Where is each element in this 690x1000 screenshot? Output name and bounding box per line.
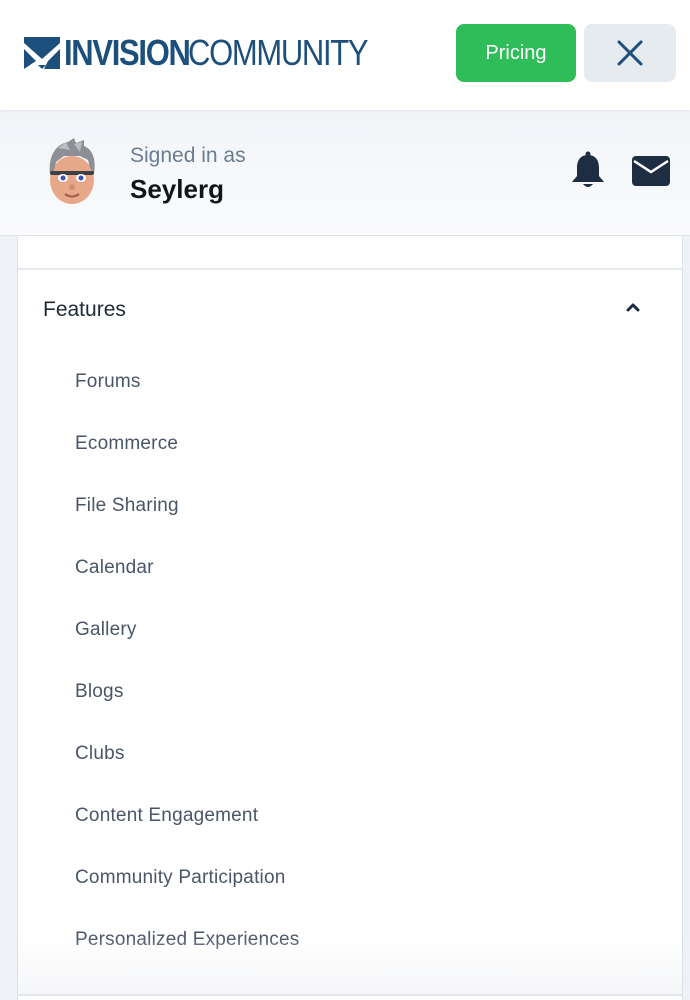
username[interactable]: Seylerg bbox=[130, 174, 224, 205]
menu-item-clubs[interactable]: Clubs bbox=[18, 723, 682, 785]
menu-item-gallery[interactable]: Gallery bbox=[18, 599, 682, 661]
logo-text-community: COMMUNITY bbox=[188, 32, 369, 73]
menu-item-ecommerce[interactable]: Ecommerce bbox=[18, 413, 682, 475]
envelope-icon[interactable] bbox=[632, 156, 670, 186]
menu-item-file-sharing[interactable]: File Sharing bbox=[18, 475, 682, 537]
menu-item-community-participation[interactable]: Community Participation bbox=[18, 847, 682, 909]
signed-in-label: Signed in as bbox=[130, 144, 246, 167]
chevron-up-icon[interactable] bbox=[626, 302, 640, 312]
navigation-panel: Features Forums Ecommerce File Sharing C… bbox=[17, 236, 683, 1000]
menu-item-calendar[interactable]: Calendar bbox=[18, 537, 682, 599]
panel-top-spacer bbox=[18, 236, 682, 270]
features-submenu: Forums Ecommerce File Sharing Calendar G… bbox=[18, 351, 682, 971]
features-section-header[interactable]: Features bbox=[18, 270, 682, 350]
avatar[interactable] bbox=[44, 138, 100, 206]
menu-item-forums[interactable]: Forums bbox=[18, 351, 682, 413]
menu-item-content-engagement[interactable]: Content Engagement bbox=[18, 785, 682, 847]
logo-text-invision: INVISION bbox=[64, 32, 191, 73]
signed-in-user-bar: Signed in as Seylerg bbox=[0, 110, 690, 236]
top-bar: INVISION COMMUNITY Pricing bbox=[0, 0, 690, 110]
bell-icon[interactable] bbox=[570, 150, 606, 190]
invision-community-logo[interactable]: INVISION COMMUNITY bbox=[24, 34, 397, 72]
close-menu-button[interactable] bbox=[584, 24, 676, 82]
menu-item-personalized-experiences[interactable]: Personalized Experiences bbox=[18, 909, 682, 971]
invision-logo-mark-icon bbox=[24, 37, 60, 69]
features-section-title: Features bbox=[43, 298, 126, 321]
close-icon bbox=[617, 40, 643, 66]
menu-item-blogs[interactable]: Blogs bbox=[18, 661, 682, 723]
pricing-button[interactable]: Pricing bbox=[456, 24, 576, 82]
